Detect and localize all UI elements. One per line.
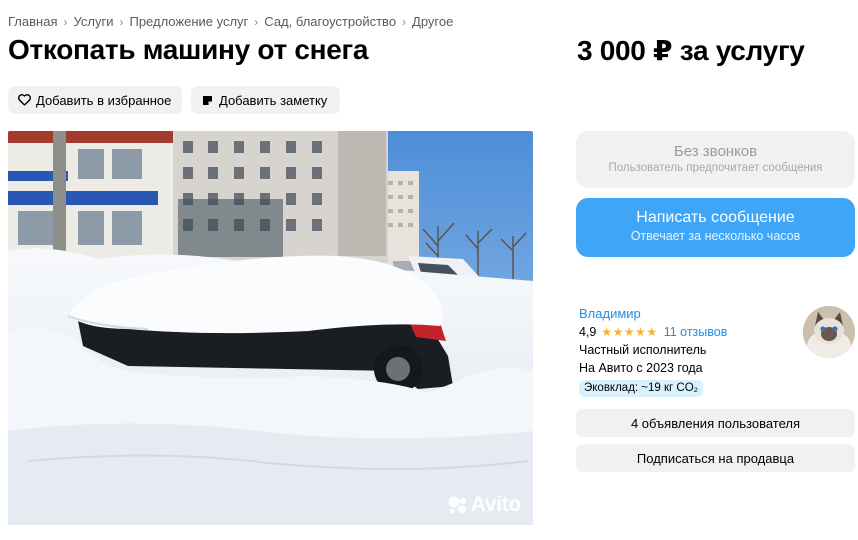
seller-info: Владимир 4,9 ★★★★★ 11 отзывов Частный ис… <box>579 306 799 397</box>
rating-value: 4,9 <box>579 325 597 339</box>
breadcrumb-separator: › <box>402 14 407 29</box>
no-calls-button: Без звонков Пользователь предпочитает со… <box>576 131 855 188</box>
subscribe-seller-button[interactable]: Подписаться на продавца <box>576 444 855 472</box>
add-note-label: Добавить заметку <box>219 92 328 108</box>
breadcrumb-separator: › <box>63 14 68 29</box>
add-note-button[interactable]: Добавить заметку <box>191 86 340 114</box>
note-icon <box>200 93 214 107</box>
breadcrumb-separator: › <box>119 14 124 29</box>
write-message-button[interactable]: Написать сообщение Отвечает за несколько… <box>576 198 855 257</box>
page-title: Откопать машину от снега <box>8 34 369 65</box>
write-message-subtitle: Отвечает за несколько часов <box>630 229 801 243</box>
breadcrumb-services[interactable]: Услуги <box>73 14 113 29</box>
add-to-favorites-label: Добавить в избранное <box>36 92 172 108</box>
seller-listings-button[interactable]: 4 объявления пользователя <box>576 409 855 437</box>
breadcrumb: Главная › Услуги › Предложение услуг › С… <box>8 14 453 29</box>
seller-type: Частный исполнитель <box>579 343 707 357</box>
seller-name-link[interactable]: Владимир <box>579 306 799 321</box>
no-calls-subtitle: Пользователь предпочитает сообщения <box>608 162 823 174</box>
heart-icon <box>17 93 31 107</box>
listing-price: 3 000 ₽ за услугу <box>577 35 805 66</box>
add-to-favorites-button[interactable]: Добавить в избранное <box>8 86 182 114</box>
avito-logo-icon <box>448 496 466 514</box>
star-rating-icon: ★★★★★ <box>601 325 658 339</box>
seller-since: На Авито с 2023 года <box>579 361 703 375</box>
seller-rating: 4,9 ★★★★★ 11 отзывов <box>579 325 799 339</box>
breadcrumb-service-offers[interactable]: Предложение услуг <box>129 14 248 29</box>
breadcrumb-separator: › <box>254 14 259 29</box>
eco-badge[interactable]: Эковклад: ~19 кг CO₂ <box>579 380 704 397</box>
breadcrumb-garden[interactable]: Сад, благоустройство <box>264 14 396 29</box>
breadcrumb-other[interactable]: Другое <box>412 14 453 29</box>
reviews-link[interactable]: 11 отзывов <box>664 325 728 339</box>
listing-photo[interactable]: Avito <box>8 131 533 525</box>
no-calls-title: Без звонков <box>673 143 758 160</box>
breadcrumb-home[interactable]: Главная <box>8 14 57 29</box>
avatar[interactable] <box>803 306 855 358</box>
write-message-title: Написать сообщение <box>636 209 795 226</box>
avito-watermark: Avito <box>447 493 521 517</box>
avito-watermark-text: Avito <box>470 493 522 516</box>
